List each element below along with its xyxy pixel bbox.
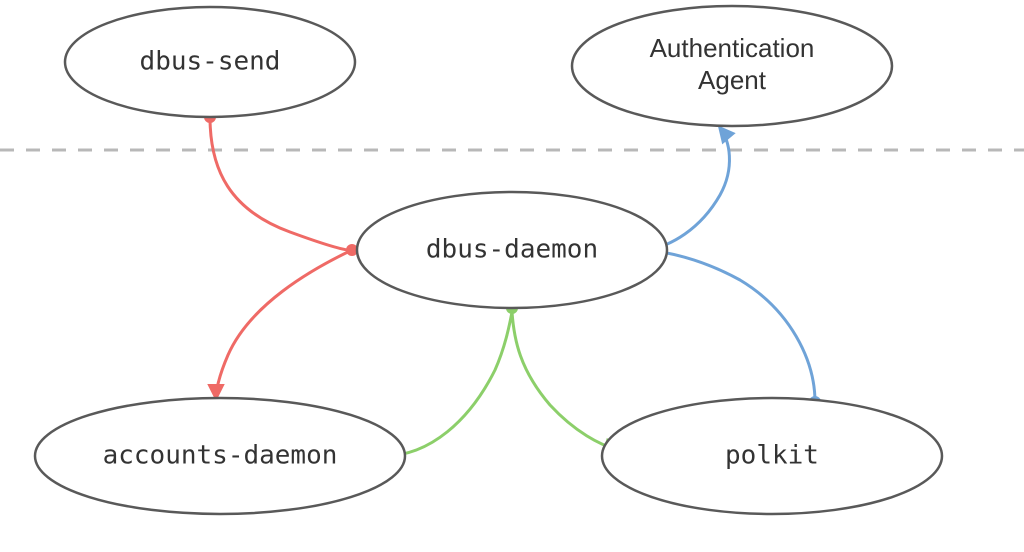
node-dbus-send: dbus-send xyxy=(65,7,355,117)
node-auth-agent-label-line2: Agent xyxy=(698,65,767,95)
node-polkit: polkit xyxy=(602,398,942,514)
node-dbus-daemon: dbus-daemon xyxy=(357,192,667,308)
node-accounts-daemon-label: accounts-daemon xyxy=(103,441,338,471)
edge-dbus-daemon-to-accounts-daemon xyxy=(216,250,352,398)
node-polkit-label: polkit xyxy=(725,441,819,471)
edge-polkit-to-dbus-daemon xyxy=(648,250,815,402)
node-dbus-send-label: dbus-send xyxy=(140,47,281,77)
edge-dbus-daemon-to-polkit xyxy=(512,312,618,450)
node-dbus-daemon-label: dbus-daemon xyxy=(426,235,598,265)
edge-accounts-daemon-to-dbus-daemon xyxy=(384,312,512,456)
node-auth-agent: Authentication Agent xyxy=(572,6,892,126)
node-accounts-daemon: accounts-daemon xyxy=(35,398,405,514)
edge-dbus-send-to-junction xyxy=(210,117,352,250)
diagram-canvas: dbus-send Authentication Agent dbus-daem… xyxy=(0,0,1024,552)
node-auth-agent-label-line1: Authentication xyxy=(650,33,815,63)
